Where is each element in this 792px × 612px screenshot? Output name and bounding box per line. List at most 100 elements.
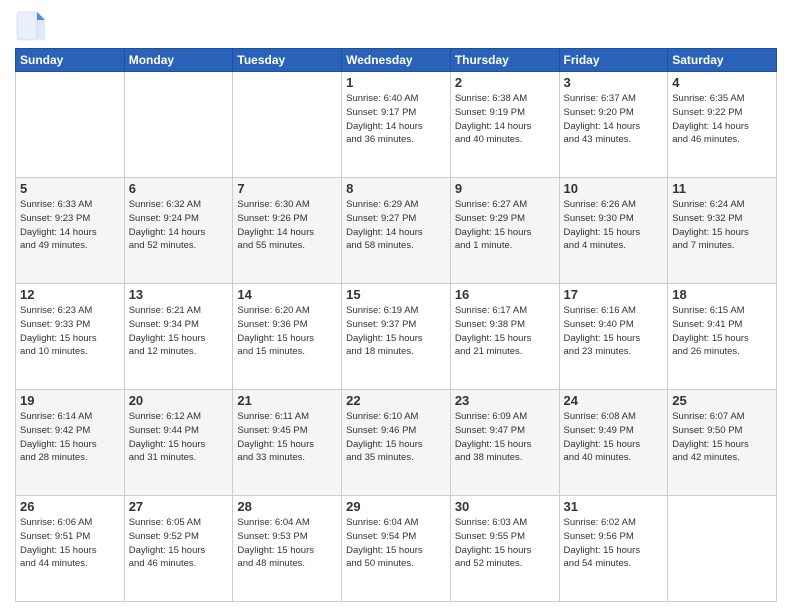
day-info: Sunrise: 6:19 AM Sunset: 9:37 PM Dayligh…	[346, 304, 446, 359]
calendar-cell: 20 Sunrise: 6:12 AM Sunset: 9:44 PM Dayli…	[124, 390, 233, 496]
calendar-cell: 29Sunrise: 6:04 AM Sunset: 9:54 PM Dayli…	[342, 496, 451, 602]
calendar-cell	[124, 72, 233, 178]
calendar-header-row: SundayMondayTuesdayWednesdayThursdayFrid…	[16, 49, 777, 72]
day-info: Sunrise: 6:30 AM Sunset: 9:26 PM Dayligh…	[237, 198, 337, 253]
calendar-week-5: 26 Sunrise: 6:06 AM Sunset: 9:51 PM Dayli…	[16, 496, 777, 602]
day-info: Sunrise: 6:16 AM Sunset: 9:40 PM Dayligh…	[564, 304, 664, 359]
day-number: 4	[672, 75, 772, 90]
day-number: 12	[20, 287, 120, 302]
calendar-week-2: 5 Sunrise: 6:33 AM Sunset: 9:23 PM Daylig…	[16, 178, 777, 284]
calendar-cell: 30 Sunrise: 6:03 AM Sunset: 9:55 PM Dayli…	[450, 496, 559, 602]
day-number: 26	[20, 499, 120, 514]
calendar-cell: 12 Sunrise: 6:23 AM Sunset: 9:33 PM Dayli…	[16, 284, 125, 390]
calendar-cell: 15 Sunrise: 6:19 AM Sunset: 9:37 PM Dayli…	[342, 284, 451, 390]
day-info: Sunrise: 6:38 AM Sunset: 9:19 PM Dayligh…	[455, 92, 555, 147]
day-info: Sunrise: 6:20 AM Sunset: 9:36 PM Dayligh…	[237, 304, 337, 359]
day-info: Sunrise: 6:03 AM Sunset: 9:55 PM Dayligh…	[455, 516, 555, 571]
calendar-week-1: 1Sunrise: 6:40 AM Sunset: 9:17 PM Daylig…	[16, 72, 777, 178]
day-info: Sunrise: 6:11 AM Sunset: 9:45 PM Dayligh…	[237, 410, 337, 465]
calendar: SundayMondayTuesdayWednesdayThursdayFrid…	[15, 48, 777, 602]
calendar-cell: 9 Sunrise: 6:27 AM Sunset: 9:29 PM Daylig…	[450, 178, 559, 284]
day-number: 25	[672, 393, 772, 408]
day-number: 17	[564, 287, 664, 302]
day-info: Sunrise: 6:32 AM Sunset: 9:24 PM Dayligh…	[129, 198, 229, 253]
day-number: 21	[237, 393, 337, 408]
calendar-header-friday: Friday	[559, 49, 668, 72]
calendar-cell	[233, 72, 342, 178]
day-number: 19	[20, 393, 120, 408]
calendar-cell: 2 Sunrise: 6:38 AM Sunset: 9:19 PM Daylig…	[450, 72, 559, 178]
calendar-cell: 1Sunrise: 6:40 AM Sunset: 9:17 PM Daylig…	[342, 72, 451, 178]
calendar-cell: 14 Sunrise: 6:20 AM Sunset: 9:36 PM Dayli…	[233, 284, 342, 390]
calendar-cell: 6 Sunrise: 6:32 AM Sunset: 9:24 PM Daylig…	[124, 178, 233, 284]
day-number: 24	[564, 393, 664, 408]
calendar-week-3: 12 Sunrise: 6:23 AM Sunset: 9:33 PM Dayli…	[16, 284, 777, 390]
page: SundayMondayTuesdayWednesdayThursdayFrid…	[0, 0, 792, 612]
day-info: Sunrise: 6:08 AM Sunset: 9:49 PM Dayligh…	[564, 410, 664, 465]
day-info: Sunrise: 6:14 AM Sunset: 9:42 PM Dayligh…	[20, 410, 120, 465]
day-number: 3	[564, 75, 664, 90]
calendar-cell: 31Sunrise: 6:02 AM Sunset: 9:56 PM Dayli…	[559, 496, 668, 602]
logo	[15, 10, 49, 42]
day-number: 9	[455, 181, 555, 196]
calendar-header-thursday: Thursday	[450, 49, 559, 72]
calendar-cell: 22 Sunrise: 6:10 AM Sunset: 9:46 PM Dayli…	[342, 390, 451, 496]
calendar-cell: 8 Sunrise: 6:29 AM Sunset: 9:27 PM Daylig…	[342, 178, 451, 284]
day-info: Sunrise: 6:35 AM Sunset: 9:22 PM Dayligh…	[672, 92, 772, 147]
calendar-header-monday: Monday	[124, 49, 233, 72]
calendar-cell: 11Sunrise: 6:24 AM Sunset: 9:32 PM Dayli…	[668, 178, 777, 284]
day-number: 27	[129, 499, 229, 514]
day-number: 10	[564, 181, 664, 196]
day-info: Sunrise: 6:10 AM Sunset: 9:46 PM Dayligh…	[346, 410, 446, 465]
calendar-cell: 7Sunrise: 6:30 AM Sunset: 9:26 PM Daylig…	[233, 178, 342, 284]
day-number: 11	[672, 181, 772, 196]
day-number: 22	[346, 393, 446, 408]
day-info: Sunrise: 6:07 AM Sunset: 9:50 PM Dayligh…	[672, 410, 772, 465]
day-info: Sunrise: 6:33 AM Sunset: 9:23 PM Dayligh…	[20, 198, 120, 253]
calendar-cell: 27Sunrise: 6:05 AM Sunset: 9:52 PM Dayli…	[124, 496, 233, 602]
calendar-cell: 5 Sunrise: 6:33 AM Sunset: 9:23 PM Daylig…	[16, 178, 125, 284]
day-number: 20	[129, 393, 229, 408]
calendar-cell: 24 Sunrise: 6:08 AM Sunset: 9:49 PM Dayli…	[559, 390, 668, 496]
calendar-header-tuesday: Tuesday	[233, 49, 342, 72]
calendar-cell	[668, 496, 777, 602]
day-info: Sunrise: 6:09 AM Sunset: 9:47 PM Dayligh…	[455, 410, 555, 465]
day-number: 15	[346, 287, 446, 302]
day-number: 1	[346, 75, 446, 90]
calendar-cell: 10 Sunrise: 6:26 AM Sunset: 9:30 PM Dayli…	[559, 178, 668, 284]
calendar-cell: 23 Sunrise: 6:09 AM Sunset: 9:47 PM Dayli…	[450, 390, 559, 496]
calendar-cell: 18 Sunrise: 6:15 AM Sunset: 9:41 PM Dayli…	[668, 284, 777, 390]
calendar-week-4: 19 Sunrise: 6:14 AM Sunset: 9:42 PM Dayli…	[16, 390, 777, 496]
calendar-cell: 13Sunrise: 6:21 AM Sunset: 9:34 PM Dayli…	[124, 284, 233, 390]
calendar-cell: 19 Sunrise: 6:14 AM Sunset: 9:42 PM Dayli…	[16, 390, 125, 496]
day-number: 18	[672, 287, 772, 302]
day-info: Sunrise: 6:21 AM Sunset: 9:34 PM Dayligh…	[129, 304, 229, 359]
day-info: Sunrise: 6:12 AM Sunset: 9:44 PM Dayligh…	[129, 410, 229, 465]
day-info: Sunrise: 6:04 AM Sunset: 9:54 PM Dayligh…	[346, 516, 446, 571]
calendar-cell: 17 Sunrise: 6:16 AM Sunset: 9:40 PM Dayli…	[559, 284, 668, 390]
calendar-header-sunday: Sunday	[16, 49, 125, 72]
calendar-cell: 16Sunrise: 6:17 AM Sunset: 9:38 PM Dayli…	[450, 284, 559, 390]
day-info: Sunrise: 6:29 AM Sunset: 9:27 PM Dayligh…	[346, 198, 446, 253]
calendar-header-saturday: Saturday	[668, 49, 777, 72]
day-info: Sunrise: 6:06 AM Sunset: 9:51 PM Dayligh…	[20, 516, 120, 571]
day-number: 14	[237, 287, 337, 302]
day-number: 8	[346, 181, 446, 196]
day-number: 23	[455, 393, 555, 408]
day-number: 2	[455, 75, 555, 90]
day-info: Sunrise: 6:15 AM Sunset: 9:41 PM Dayligh…	[672, 304, 772, 359]
calendar-cell: 25 Sunrise: 6:07 AM Sunset: 9:50 PM Dayli…	[668, 390, 777, 496]
calendar-cell: 4 Sunrise: 6:35 AM Sunset: 9:22 PM Daylig…	[668, 72, 777, 178]
day-info: Sunrise: 6:26 AM Sunset: 9:30 PM Dayligh…	[564, 198, 664, 253]
day-number: 30	[455, 499, 555, 514]
day-info: Sunrise: 6:23 AM Sunset: 9:33 PM Dayligh…	[20, 304, 120, 359]
calendar-cell	[16, 72, 125, 178]
day-number: 6	[129, 181, 229, 196]
day-number: 31	[564, 499, 664, 514]
calendar-cell: 21 Sunrise: 6:11 AM Sunset: 9:45 PM Dayli…	[233, 390, 342, 496]
calendar-cell: 3Sunrise: 6:37 AM Sunset: 9:20 PM Daylig…	[559, 72, 668, 178]
day-number: 5	[20, 181, 120, 196]
logo-icon	[15, 10, 47, 42]
day-number: 28	[237, 499, 337, 514]
day-info: Sunrise: 6:27 AM Sunset: 9:29 PM Dayligh…	[455, 198, 555, 253]
